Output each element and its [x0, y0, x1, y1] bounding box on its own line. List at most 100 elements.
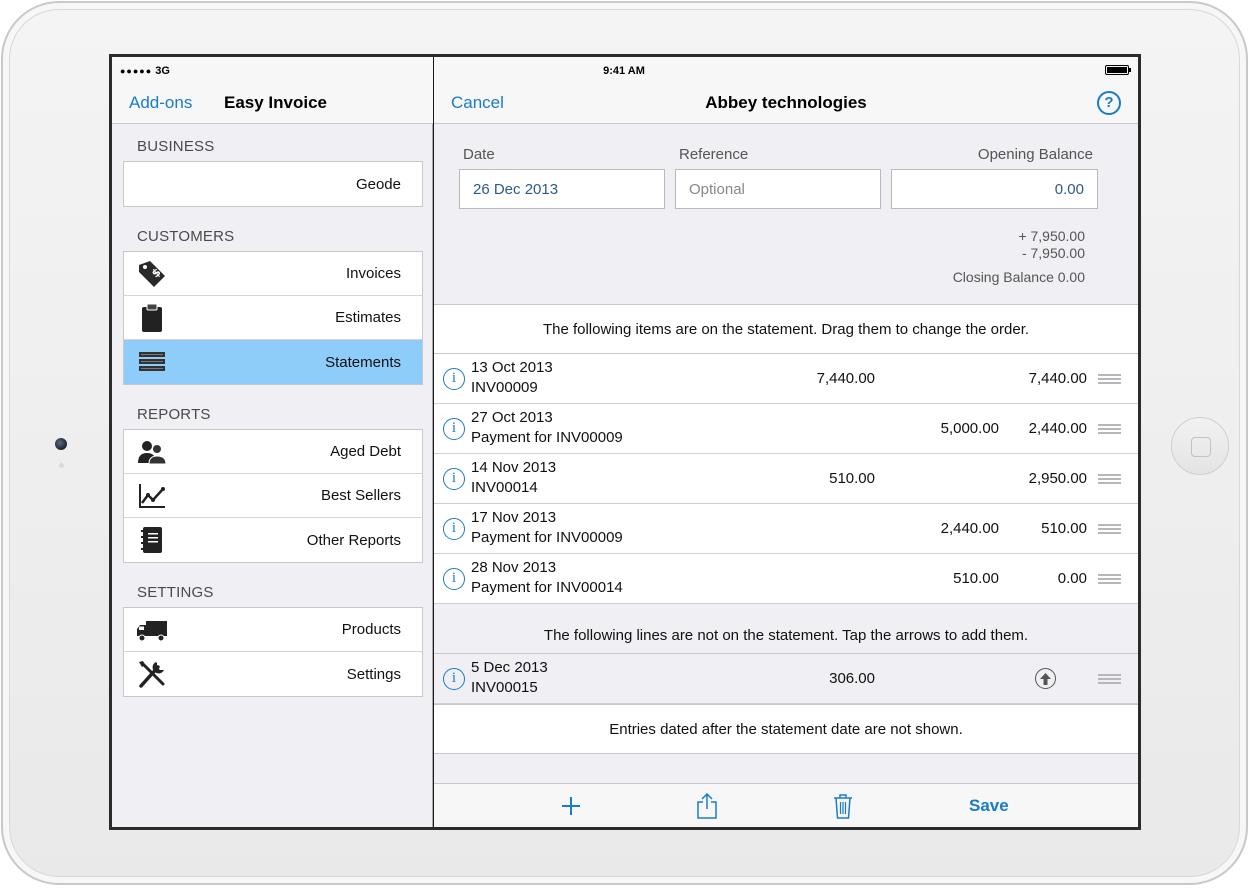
- total-credits: - 7,950.00: [1021, 245, 1085, 261]
- entry-balance: 0.00: [1057, 570, 1087, 587]
- sidebar-item-products[interactable]: Products: [124, 608, 422, 652]
- sensor: [59, 463, 64, 468]
- people-icon: [136, 437, 168, 467]
- help-icon[interactable]: ?: [1097, 91, 1121, 115]
- table-row[interactable]: i 13 Oct 2013 INV00009 7,440.00 7,440.00: [434, 354, 1138, 404]
- info-icon[interactable]: i: [443, 368, 465, 390]
- entry-date: 5 Dec 2013: [471, 659, 548, 676]
- price-tag-icon: $: [136, 259, 168, 289]
- table-row[interactable]: i 28 Nov 2013 Payment for INV00014 510.0…: [434, 554, 1138, 604]
- tools-icon: [136, 659, 168, 689]
- section-business: BUSINESS: [137, 138, 215, 155]
- settings-group: Products Settings: [123, 607, 423, 697]
- entry-balance: 7,440.00: [1028, 370, 1087, 387]
- entry-description: Payment for INV00014: [471, 579, 623, 596]
- on-statement-notice: The following items are on the statement…: [542, 321, 1030, 338]
- sidebar-item-settings[interactable]: Settings: [124, 652, 422, 696]
- sidebar-item-other-reports[interactable]: Other Reports: [124, 518, 422, 562]
- entry-description: INV00014: [471, 479, 538, 496]
- entry-date: 17 Nov 2013: [471, 509, 557, 526]
- sidebar-item-label: Products: [341, 621, 401, 638]
- sidebar-item-label: Best Sellers: [320, 487, 401, 504]
- drag-handle-icon[interactable]: [1098, 574, 1121, 584]
- opening-balance-label: Opening Balance: [977, 146, 1093, 163]
- entry-balance: 2,950.00: [1028, 470, 1087, 487]
- section-customers: CUSTOMERS: [137, 228, 235, 245]
- sidebar-item-estimates[interactable]: Estimates: [124, 296, 422, 340]
- entry-date: 14 Nov 2013: [471, 459, 557, 476]
- entry-description: INV00015: [471, 679, 538, 696]
- entry-credit: 2,440.00: [940, 520, 999, 537]
- reference-field[interactable]: Optional: [675, 169, 881, 209]
- sidebar-item-label: Other Reports: [306, 531, 401, 549]
- drag-handle-icon[interactable]: [1098, 374, 1121, 384]
- drag-handle-icon[interactable]: [1098, 674, 1121, 684]
- entry-description: Payment for INV00009: [471, 529, 623, 546]
- table-row-off-statement[interactable]: i 5 Dec 2013 INV00015 306.00: [434, 654, 1138, 704]
- camera: [55, 438, 67, 450]
- reference-label: Reference: [679, 146, 749, 163]
- sidebar-item-label: Estimates: [335, 309, 401, 326]
- sidebar-item-best-sellers[interactable]: Best Sellers: [124, 474, 422, 518]
- on-statement-band: The following items are on the statement…: [434, 304, 1138, 354]
- sidebar-item-aged-debt[interactable]: Aged Debt: [124, 430, 422, 474]
- arrow-up-icon[interactable]: [1035, 668, 1056, 689]
- sidebar-item-label: Aged Debt: [330, 443, 401, 460]
- business-item-label: Geode: [355, 175, 401, 193]
- business-item-geode[interactable]: Geode: [124, 162, 422, 206]
- detail-panel: 9:41 AM Cancel Abbey technologies ? Date…: [434, 57, 1138, 827]
- entry-credit: 5,000.00: [940, 420, 999, 437]
- section-settings: SETTINGS: [137, 584, 214, 601]
- sidebar-item-label: Settings: [346, 665, 401, 683]
- detail-nav-bar: 9:41 AM Cancel Abbey technologies ?: [434, 57, 1138, 124]
- business-group: Geode: [123, 161, 423, 207]
- info-icon[interactable]: i: [443, 468, 465, 490]
- bottom-toolbar: Save: [434, 783, 1138, 827]
- entry-balance: 510.00: [1041, 520, 1087, 537]
- info-icon[interactable]: i: [443, 668, 465, 690]
- line-chart-icon: [136, 481, 168, 511]
- save-button[interactable]: Save: [969, 796, 1009, 816]
- section-reports: REPORTS: [137, 406, 211, 423]
- home-button[interactable]: [1171, 417, 1229, 475]
- info-icon[interactable]: i: [443, 518, 465, 540]
- entry-date: 28 Nov 2013: [471, 559, 557, 576]
- info-icon[interactable]: i: [443, 568, 465, 590]
- notebook-icon: [136, 525, 168, 555]
- drag-handle-icon[interactable]: [1098, 524, 1121, 534]
- entry-debit: 510.00: [829, 470, 875, 487]
- screen: ●●●●● 3G Add-ons Easy Invoice BUSINESS G…: [109, 54, 1141, 830]
- date-label: Date: [463, 146, 495, 163]
- add-icon[interactable]: [558, 793, 584, 819]
- table-row[interactable]: i 17 Nov 2013 Payment for INV00009 2,440…: [434, 504, 1138, 554]
- drag-handle-icon[interactable]: [1098, 474, 1121, 484]
- divider: [434, 753, 1138, 754]
- drag-handle-icon[interactable]: [1098, 424, 1121, 434]
- date-field[interactable]: 26 Dec 2013: [459, 169, 665, 209]
- sidebar-item-label: Statements: [325, 353, 401, 371]
- reports-group: Aged Debt Best Sellers Other Reports: [123, 429, 423, 563]
- sidebar-item-invoices[interactable]: $ Invoices: [124, 252, 422, 296]
- status-carrier: ●●●●● 3G: [120, 65, 170, 77]
- trash-icon[interactable]: [830, 793, 856, 819]
- entry-date: 27 Oct 2013: [471, 409, 553, 426]
- addons-button[interactable]: Add-ons: [129, 93, 192, 113]
- sidebar-item-label: Invoices: [345, 265, 401, 282]
- opening-balance-field[interactable]: 0.00: [891, 169, 1098, 209]
- customers-group: $ Invoices Estimates Statements: [123, 251, 423, 385]
- app-title: Easy Invoice: [224, 93, 328, 112]
- table-row[interactable]: i 27 Oct 2013 Payment for INV00009 5,000…: [434, 404, 1138, 454]
- table-row[interactable]: i 14 Nov 2013 INV00014 510.00 2,950.00: [434, 454, 1138, 504]
- info-icon[interactable]: i: [443, 418, 465, 440]
- closing-balance: Closing Balance 0.00: [952, 269, 1085, 285]
- entry-description: INV00009: [471, 379, 538, 396]
- clipboard-icon: [136, 303, 168, 333]
- document-stack-icon: [136, 347, 168, 377]
- share-icon[interactable]: [694, 793, 720, 819]
- truck-icon: [136, 615, 168, 645]
- sidebar-item-statements[interactable]: Statements: [124, 340, 422, 384]
- footer-notice: Entries dated after the statement date a…: [609, 721, 963, 738]
- footer-band: Entries dated after the statement date a…: [434, 704, 1138, 754]
- master-nav-bar: ●●●●● 3G Add-ons Easy Invoice: [112, 57, 433, 124]
- total-debits: + 7,950.00: [1018, 228, 1085, 244]
